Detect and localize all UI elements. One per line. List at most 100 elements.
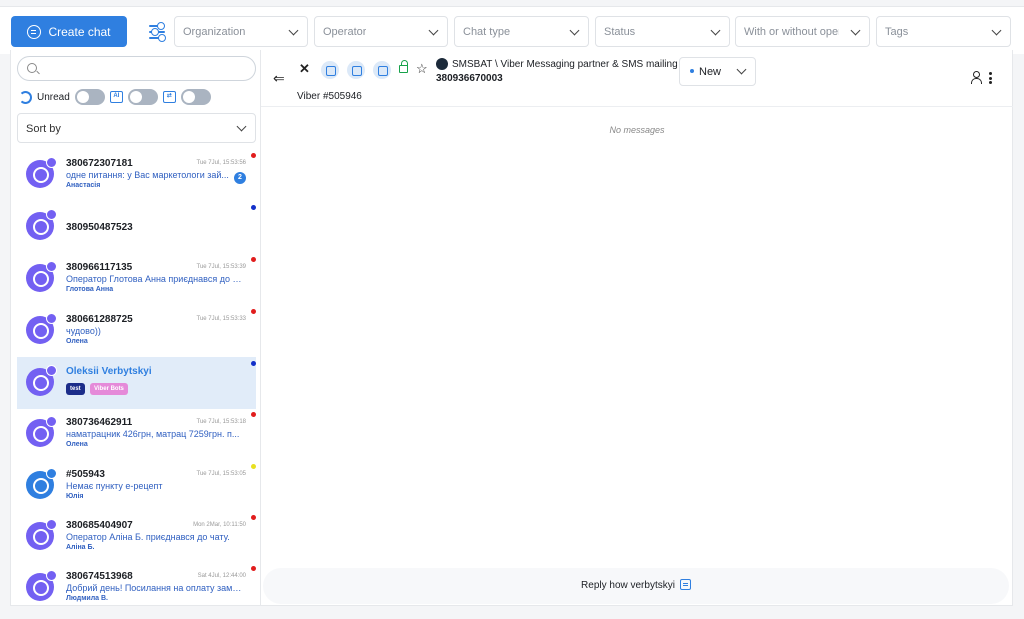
chat-operator: Анастасія (66, 182, 101, 189)
chat-timestamp: Mon 2Mar, 10:11:50 (193, 522, 246, 528)
unread-count-badge: 2 (234, 172, 246, 184)
transfer-toggle[interactable] (180, 89, 211, 105)
back-arrow-icon[interactable]: ⇐ (273, 70, 285, 87)
status-dot-icon (251, 566, 256, 571)
chat-title: 380672307181 (66, 158, 133, 169)
chat-list: 380672307181 Tue 7Jul, 15:53:56 одне питан… (11, 149, 262, 606)
filter-settings-icon[interactable] (148, 22, 166, 42)
reply-bar[interactable]: Reply how verbytskyi (263, 568, 1009, 604)
chat-last-message: Немає пункту е-рецепт (66, 481, 163, 491)
unread-label: Unread (37, 91, 70, 103)
operator-presence-select[interactable]: With or without opera (735, 16, 870, 47)
chat-status-select[interactable]: New (679, 57, 756, 86)
viber-icon (26, 365, 57, 396)
chevron-down-icon (710, 25, 721, 36)
chat-title: 380674513968 (66, 571, 133, 582)
chat-list-item[interactable]: 380966117135 Tue 7Jul, 15:53:39 Оператор Г… (17, 253, 256, 305)
chat-list-item[interactable]: 380672307181 Tue 7Jul, 15:53:56 одне питан… (17, 149, 256, 201)
transfer-icon: ⇄ (162, 91, 176, 103)
empty-state-text: No messages (609, 125, 665, 135)
chat-id: Viber #505946 (297, 91, 362, 102)
refresh-icon[interactable] (19, 90, 32, 104)
chat-tag: Viber Bots (90, 383, 128, 395)
chat-list-item[interactable]: 380674513968 Sat 4Jul, 12:44:00 Добрий ден… (17, 562, 256, 606)
chevron-down-icon (428, 25, 439, 36)
more-options-icon[interactable] (989, 72, 992, 84)
chat-title: 380661288725 (66, 314, 133, 325)
chat-operator: Олена (66, 441, 88, 448)
chat-title: 380736462911 (66, 417, 133, 428)
ai-toggle[interactable] (127, 89, 158, 105)
unlock-icon[interactable] (399, 60, 408, 73)
chevron-down-icon (991, 25, 1002, 36)
link-icon[interactable] (321, 61, 339, 79)
search-icon (27, 63, 37, 73)
chat-timestamp: Tue 7Jul, 15:53:05 (196, 471, 246, 477)
operator-select[interactable]: Operator (314, 16, 448, 47)
organization-select[interactable]: Organization (174, 16, 308, 47)
template-icon[interactable] (679, 579, 691, 590)
tags-select[interactable]: Tags (876, 16, 1011, 47)
unread-toggle[interactable] (74, 89, 105, 105)
tag-icon[interactable] (373, 61, 391, 79)
chat-channel-icon (26, 468, 57, 499)
viber-icon (26, 261, 57, 292)
chevron-down-icon (736, 64, 747, 75)
chat-operator: Людмила В. (66, 595, 109, 602)
close-icon[interactable]: ✕ (299, 61, 310, 77)
chat-list-item[interactable]: 380661288725 Tue 7Jul, 15:53:33 чудово)) Ол… (17, 305, 256, 357)
status-dot-icon (251, 153, 256, 158)
create-chat-label: Create chat (48, 24, 111, 39)
search-input[interactable] (17, 56, 256, 81)
viber-icon (26, 416, 57, 447)
status-dot-icon (251, 361, 256, 366)
status-dot-icon (690, 69, 694, 73)
status-dot-icon (251, 257, 256, 262)
chat-bubble-icon (27, 24, 42, 39)
conversation-panel: ⇐ ✕ ☆ SMSBAT \ Viber Messaging partner &… (261, 50, 1013, 606)
chat-last-message: Оператор Глотова Анна приєднався до ч... (66, 274, 242, 284)
chat-title: 380685404907 (66, 520, 133, 531)
channel-phone: 380936670003 (436, 73, 503, 84)
filter-bar: Create chat Organization Operator Chat t… (0, 6, 1024, 54)
chat-tag: test (66, 383, 85, 395)
chat-operator: Юлія (66, 493, 84, 500)
viber-icon (26, 209, 57, 240)
create-chat-button[interactable]: Create chat (11, 16, 127, 47)
open-external-icon[interactable] (347, 61, 365, 79)
chevron-down-icon (288, 25, 299, 36)
chat-timestamp: Tue 7Jul, 15:53:39 (196, 264, 246, 270)
chat-title: 380966117135 (66, 262, 133, 273)
chat-list-panel: Unread AI ⇄ Sort by 380672307181 Tue 7Jul… (10, 50, 261, 606)
chat-operator: Аліна Б. (66, 544, 95, 551)
status-dot-icon (251, 205, 256, 210)
sort-by-select[interactable]: Sort by (17, 113, 256, 143)
status-dot-icon (251, 309, 256, 314)
chat-timestamp: Tue 7Jul, 15:53:18 (196, 419, 246, 425)
user-icon[interactable] (971, 71, 982, 84)
chat-list-item[interactable]: #505943 Tue 7Jul, 15:53:05 Немає пункту е-… (17, 460, 256, 512)
chat-type-select[interactable]: Chat type (454, 16, 589, 47)
chat-list-item[interactable]: 380950487523 (17, 201, 256, 253)
chat-last-message: одне питання: у Вас маркетологи зай... (66, 170, 229, 180)
channel-logo-icon (436, 58, 448, 70)
chevron-down-icon (236, 121, 247, 132)
chat-title: #505943 (66, 469, 105, 480)
status-dot-icon (251, 412, 256, 417)
chat-list-item[interactable]: 380685404907 Mon 2Mar, 10:11:50 Оператор А… (17, 511, 256, 563)
status-dot-icon (251, 515, 256, 520)
header-divider (261, 106, 1013, 107)
viber-icon (26, 519, 57, 550)
star-icon[interactable]: ☆ (416, 61, 428, 77)
viber-icon (26, 313, 57, 344)
status-dot-icon (251, 464, 256, 469)
ai-icon: AI (109, 91, 123, 103)
app-root: Create chat Organization Operator Chat t… (0, 0, 1024, 619)
status-select[interactable]: Status (595, 16, 730, 47)
chat-last-message: Добрий день! Посилання на оплату замо... (66, 583, 242, 593)
channel-name: SMSBAT \ Viber Messaging partner & SMS m… (452, 59, 678, 70)
list-toggles: Unread AI ⇄ (19, 88, 211, 106)
chat-list-item[interactable]: 380736462911 Tue 7Jul, 15:53:18 наматрацни… (17, 408, 256, 460)
chat-list-item[interactable]: Oleksii Verbytskyi test Viber Bots (17, 357, 256, 409)
viber-icon (26, 570, 57, 601)
